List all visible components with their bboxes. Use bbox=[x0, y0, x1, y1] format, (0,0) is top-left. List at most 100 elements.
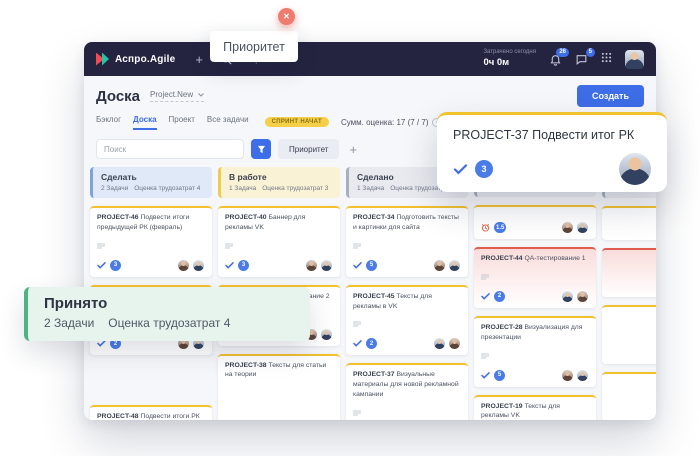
assignee-avatar[interactable] bbox=[305, 259, 318, 272]
column-header[interactable]: Сделать 2 ЗадачиОценка трудозатрат 4 bbox=[90, 167, 212, 198]
deadline-icon bbox=[481, 223, 490, 232]
search-input[interactable] bbox=[96, 139, 244, 159]
add-filter-button[interactable]: + bbox=[349, 143, 357, 156]
task-card[interactable]: 1.5 bbox=[474, 205, 596, 239]
task-card-popup[interactable]: PROJECT-37 Подвести итог РК 3 bbox=[437, 112, 667, 192]
top-navigation-bar: Аспро.Agile + Спр Затрачено сегодня 0ч 0… bbox=[84, 42, 656, 76]
estimate-badge: 1.5 bbox=[494, 222, 506, 233]
assignee-avatar[interactable] bbox=[576, 290, 589, 303]
estimate-badge: 2 bbox=[494, 291, 505, 302]
filter-button[interactable] bbox=[251, 139, 271, 159]
task-card[interactable]: PROJECT-45 Тексты для рекламы в VK 2 bbox=[346, 285, 468, 356]
task-card[interactable]: PROJECT-38 Тексты для статьи на теории 3 bbox=[218, 354, 340, 420]
assignee-avatar[interactable] bbox=[561, 290, 574, 303]
user-avatar[interactable] bbox=[625, 50, 644, 69]
sprint-summary: Сумм. оценка: 17 (7 / 7) i bbox=[341, 118, 442, 127]
description-icon bbox=[481, 353, 489, 359]
task-title: PROJECT-28 Визуализация для презентации bbox=[481, 323, 589, 343]
assignee-avatar[interactable] bbox=[576, 221, 589, 234]
estimate-badge: 3 bbox=[238, 260, 249, 271]
check-icon bbox=[97, 340, 106, 347]
column-partial bbox=[602, 167, 656, 420]
assignee-avatar[interactable] bbox=[576, 369, 589, 382]
accepted-column-callout: Принято 2 Задачи Оценка трудозатрат 4 bbox=[24, 287, 310, 341]
assignee-avatar[interactable] bbox=[177, 259, 190, 272]
assignee-avatar[interactable] bbox=[448, 259, 461, 272]
column-done: Сделано 1 ЗадачаОценка трудозатрат PROJE… bbox=[346, 167, 468, 420]
messages-button[interactable]: 5 bbox=[575, 53, 588, 66]
description-icon bbox=[353, 410, 361, 416]
column-header[interactable]: В работе 1 ЗадачаОценка трудозатрат 3 bbox=[218, 167, 340, 198]
accepted-meta: 2 Задачи Оценка трудозатрат 4 bbox=[44, 316, 294, 330]
estimate-badge: 2 bbox=[366, 338, 377, 349]
assignee-avatar[interactable] bbox=[320, 259, 333, 272]
priority-tooltip: Приоритет bbox=[210, 31, 298, 62]
task-card[interactable]: PROJECT-19 Тексты для рекламы VK 5 bbox=[474, 395, 596, 420]
task-title: PROJECT-40 Баннер для рекламы VK bbox=[225, 213, 333, 233]
time-tracker-value: 0ч 0м bbox=[483, 57, 536, 69]
assignee-avatar[interactable] bbox=[561, 369, 574, 382]
task-card[interactable]: PROJECT-46 Подвести итоги предыдущей РК … bbox=[90, 206, 212, 277]
check-icon bbox=[353, 340, 362, 347]
brand-name: Аспро.Agile bbox=[115, 54, 175, 65]
assignee-avatar[interactable] bbox=[619, 153, 651, 185]
description-icon bbox=[97, 243, 105, 249]
description-icon bbox=[481, 274, 489, 280]
tab-backlog[interactable]: Бэклог bbox=[96, 115, 121, 130]
assignee-avatar[interactable] bbox=[561, 221, 574, 234]
notifications-badge: 26 bbox=[556, 48, 569, 57]
estimate-badge: 5 bbox=[494, 370, 505, 381]
task-card-partial[interactable] bbox=[602, 206, 656, 240]
time-tracker[interactable]: Затрачено сегодня 0ч 0м bbox=[483, 49, 536, 68]
task-card[interactable]: PROJECT-37 Визуальные материалы для ново… bbox=[346, 363, 468, 420]
app-logo[interactable]: Аспро.Agile bbox=[96, 53, 175, 66]
task-title: PROJECT-38 Тексты для статьи на теории bbox=[225, 361, 333, 381]
plus-icon[interactable]: + bbox=[195, 53, 203, 66]
time-tracker-label: Затрачено сегодня bbox=[483, 49, 536, 57]
task-title: PROJECT-34 Подготовить тексты и картинки… bbox=[353, 213, 461, 233]
task-title: PROJECT-45 Тексты для рекламы в VK bbox=[353, 292, 461, 312]
project-selector[interactable]: Project.New bbox=[150, 90, 204, 102]
task-title: PROJECT-37 Визуальные материалы для ново… bbox=[353, 370, 461, 400]
check-icon bbox=[353, 262, 362, 269]
estimate-badge: 5 bbox=[366, 260, 377, 271]
close-icon[interactable]: ✕ bbox=[278, 8, 295, 25]
check-icon bbox=[225, 262, 234, 269]
description-icon bbox=[225, 243, 233, 249]
check-icon bbox=[97, 262, 106, 269]
estimate-badge: 3 bbox=[475, 160, 493, 178]
task-card-highlighted[interactable]: PROJECT-44 QA-тестирование 1 2 bbox=[474, 247, 596, 308]
priority-filter-chip[interactable]: Приоритет bbox=[278, 139, 339, 159]
description-icon bbox=[353, 321, 361, 327]
task-card[interactable]: PROJECT-40 Баннер для рекламы VK 3 bbox=[218, 206, 340, 277]
task-title: PROJECT-44 QA-тестирование 1 bbox=[481, 254, 589, 264]
task-title: PROJECT-46 Подвести итоги предыдущей РК … bbox=[97, 213, 205, 233]
app-window: Аспро.Agile + Спр Затрачено сегодня 0ч 0… bbox=[84, 42, 656, 420]
task-title: PROJECT-19 Тексты для рекламы VK bbox=[481, 402, 589, 420]
assignee-avatar[interactable] bbox=[433, 337, 446, 350]
task-card-partial[interactable] bbox=[602, 305, 656, 364]
funnel-icon bbox=[257, 145, 266, 154]
apps-grid-icon[interactable] bbox=[601, 50, 612, 68]
tab-project[interactable]: Проект bbox=[169, 115, 195, 130]
assignee-avatar[interactable] bbox=[433, 259, 446, 272]
task-title: PROJECT-48 Подвести итоги РК bbox=[97, 412, 205, 420]
task-card[interactable]: PROJECT-48 Подвести итоги РК 2 bbox=[90, 405, 212, 420]
tab-board[interactable]: Доска bbox=[133, 115, 156, 130]
assignee-avatar[interactable] bbox=[320, 328, 333, 341]
column-accepted: 1.5 PROJECT-44 QA-тестирование 1 2 PROJE… bbox=[474, 167, 596, 420]
messages-badge: 5 bbox=[586, 48, 595, 57]
page-title: Доска bbox=[96, 88, 140, 105]
task-card[interactable]: PROJECT-28 Визуализация для презентации … bbox=[474, 316, 596, 387]
assignee-avatar[interactable] bbox=[448, 337, 461, 350]
popup-task-title: PROJECT-37 Подвести итог РК bbox=[453, 128, 651, 142]
task-card[interactable]: PROJECT-34 Подготовить тексты и картинки… bbox=[346, 206, 468, 277]
project-selector-value: Project.New bbox=[150, 90, 193, 99]
create-button[interactable]: Создать bbox=[577, 85, 644, 107]
task-card-partial[interactable] bbox=[602, 248, 656, 297]
tab-all-tasks[interactable]: Все задачи bbox=[207, 115, 249, 130]
notifications-button[interactable]: 26 bbox=[549, 53, 562, 66]
assignee-avatar[interactable] bbox=[192, 259, 205, 272]
chevron-down-icon bbox=[198, 93, 204, 97]
task-card-partial[interactable] bbox=[602, 372, 656, 420]
